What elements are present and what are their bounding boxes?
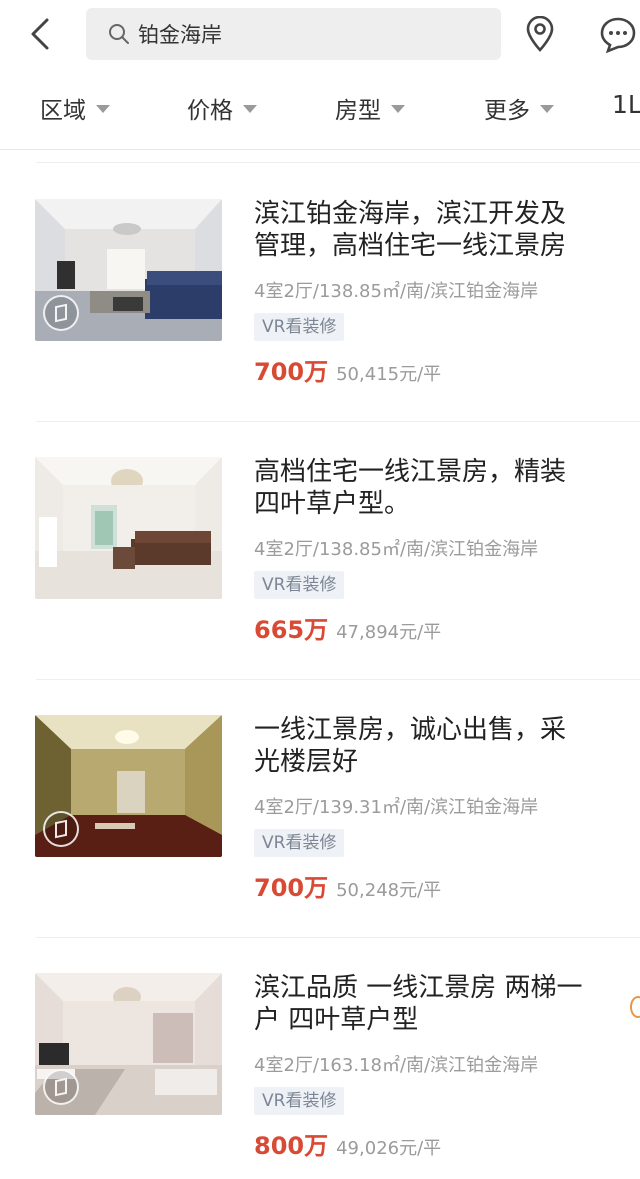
listing-photo[interactable]	[35, 973, 222, 1115]
top-nav-bar: 铂金海岸	[0, 0, 640, 66]
filter-price-label: 价格	[187, 98, 233, 124]
title-line: 一线江景房，诚心出售，采	[254, 715, 567, 745]
listing-title[interactable]: 高档住宅一线江景房，精装 四叶草户型。	[254, 456, 614, 520]
caret-down-icon	[540, 105, 554, 113]
title-line: 光楼层好	[254, 747, 359, 777]
listing-meta: 4室2厅/138.85㎡/南/滨江铂金海岸	[254, 539, 539, 560]
vr-tour-icon	[43, 811, 79, 847]
total-price: 800万	[254, 1132, 329, 1160]
listing-title[interactable]: 滨江品质 一线江景房 两梯一 户 四叶草户型	[254, 972, 614, 1036]
chevron-left-icon	[31, 18, 49, 50]
title-line: 滨江品质 一线江景房 两梯一	[254, 973, 583, 1003]
sort-button[interactable]: 1L	[612, 90, 640, 126]
total-price: 700万	[254, 358, 329, 386]
filter-more-label: 更多	[484, 98, 530, 124]
listing-meta: 4室2厅/163.18㎡/南/滨江铂金海岸	[254, 1055, 539, 1076]
caret-down-icon	[96, 105, 110, 113]
listing-photo[interactable]	[35, 199, 222, 341]
divider	[36, 162, 640, 163]
price-row: 665万 47,894元/平	[254, 610, 441, 645]
listing-photo[interactable]	[35, 715, 222, 857]
vr-tag: VR看装修	[254, 313, 345, 341]
caret-down-icon	[391, 105, 405, 113]
filter-room-type[interactable]: 房型	[335, 90, 405, 126]
filter-room-type-label: 房型	[335, 98, 381, 124]
listing-item[interactable]: 一线江景房，诚心出售，采 光楼层好 4室2厅/139.31㎡/南/滨江铂金海岸 …	[0, 680, 640, 938]
price-row: 700万 50,415元/平	[254, 352, 441, 387]
filter-area-label: 区域	[40, 98, 86, 124]
title-line: 管理，高档住宅一线江景房	[254, 231, 567, 261]
price-row: 700万 50,248元/平	[254, 868, 441, 903]
location-button[interactable]	[520, 14, 560, 54]
listing-photo[interactable]	[35, 457, 222, 599]
location-pin-icon	[526, 16, 554, 52]
listing-title[interactable]: 一线江景房，诚心出售，采 光楼层好	[254, 714, 614, 778]
unit-price: 49,026元/平	[336, 1138, 442, 1159]
filter-price[interactable]: 价格	[187, 90, 257, 126]
chat-bubble-icon	[600, 17, 636, 54]
listing-item[interactable]: 滨江铂金海岸，滨江开发及 管理，高档住宅一线江景房 4室2厅/138.85㎡/南…	[0, 164, 640, 422]
total-price: 665万	[254, 616, 329, 644]
title-line: 户 四叶草户型	[254, 1005, 419, 1035]
listing-item[interactable]: 滨江品质 一线江景房 两梯一 户 四叶草户型 4室2厅/163.18㎡/南/滨江…	[0, 938, 640, 1179]
vr-tag: VR看装修	[254, 829, 345, 857]
filter-more[interactable]: 更多	[484, 90, 554, 126]
listing-item[interactable]: 高档住宅一线江景房，精装 四叶草户型。 4室2厅/138.85㎡/南/滨江铂金海…	[0, 422, 640, 680]
search-value: 铂金海岸	[138, 23, 222, 47]
message-button[interactable]	[598, 14, 640, 56]
vr-tour-icon	[43, 295, 79, 331]
listing-meta: 4室2厅/139.31㎡/南/滨江铂金海岸	[254, 797, 539, 818]
title-line: 四叶草户型。	[254, 489, 411, 519]
unit-price: 50,415元/平	[336, 364, 442, 385]
price-row: 800万 49,026元/平	[254, 1126, 441, 1161]
title-line: 滨江铂金海岸，滨江开发及	[254, 199, 567, 229]
search-input[interactable]: 铂金海岸	[86, 8, 501, 60]
vr-tour-icon	[43, 1069, 79, 1105]
floating-button-edge[interactable]	[630, 996, 640, 1018]
vr-tag: VR看装修	[254, 571, 345, 599]
caret-down-icon	[243, 105, 257, 113]
listing-title[interactable]: 滨江铂金海岸，滨江开发及 管理，高档住宅一线江景房	[254, 198, 614, 262]
search-icon	[108, 22, 132, 46]
back-button[interactable]	[20, 14, 60, 54]
filter-bar: 区域 价格 房型 更多 1L	[0, 66, 640, 150]
unit-price: 47,894元/平	[336, 622, 442, 643]
listing-meta: 4室2厅/138.85㎡/南/滨江铂金海岸	[254, 281, 539, 302]
unit-price: 50,248元/平	[336, 880, 442, 901]
title-line: 高档住宅一线江景房，精装	[254, 457, 567, 487]
filter-area[interactable]: 区域	[40, 90, 110, 126]
vr-tag: VR看装修	[254, 1087, 345, 1115]
total-price: 700万	[254, 874, 329, 902]
